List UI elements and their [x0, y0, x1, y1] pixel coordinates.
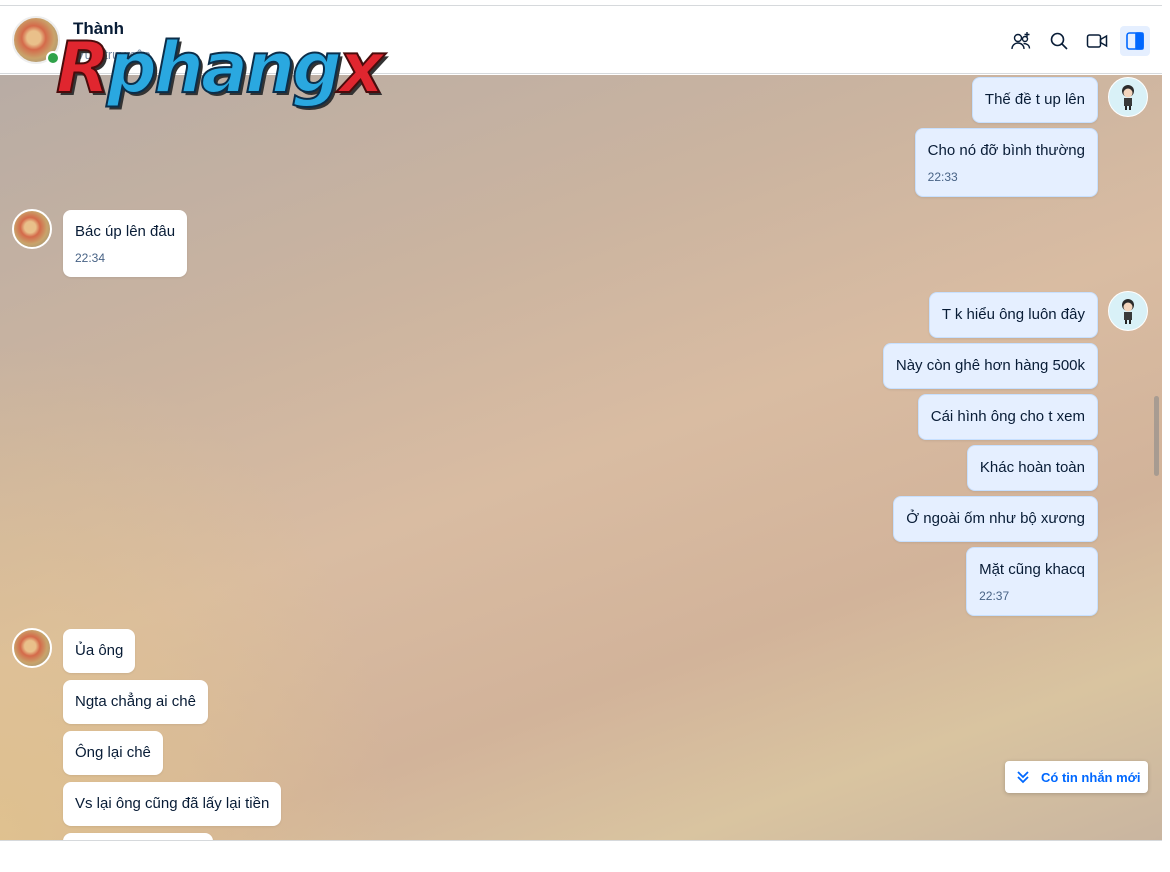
- search-icon: [1050, 32, 1068, 50]
- message-text: Này còn ghê hơn hàng 500k: [895, 357, 1085, 374]
- window-edge: [1162, 0, 1170, 872]
- sidebar-toggle-icon: [1126, 32, 1144, 50]
- add-member-button[interactable]: [1006, 26, 1036, 56]
- message-bubble-mine[interactable]: T k hiểu ông luôn đây: [928, 292, 1098, 338]
- new-message-button[interactable]: Có tin nhắn mới: [1005, 761, 1148, 793]
- message-text: Cho nó đỡ bình thường: [927, 142, 1085, 159]
- double-chevron-down-icon: [1017, 771, 1029, 784]
- message-text: Thế đề t up lên: [984, 91, 1085, 108]
- my-avatar[interactable]: [1108, 77, 1148, 117]
- message-text: Mặt cũng khacq: [979, 561, 1085, 578]
- message-text: Ngta chẳng ai chê: [75, 693, 196, 710]
- scrollbar-thumb[interactable]: [1154, 396, 1159, 476]
- message-bubble-mine[interactable]: Mặt cũng khacq 22:37: [966, 547, 1098, 616]
- composer-area: [0, 840, 1162, 872]
- message-text: Vs lại ông cũng đã lấy lại tiền: [75, 795, 270, 812]
- message-text: T k hiểu ông luôn đây: [941, 306, 1085, 323]
- message-text: Khác hoàn toàn: [979, 459, 1085, 476]
- message-list[interactable]: Thế đề t up lên Cho nó đỡ bình thường 22:…: [0, 75, 1162, 840]
- search-button[interactable]: [1044, 26, 1074, 56]
- toggle-info-panel-button[interactable]: [1120, 26, 1150, 56]
- message-bubble-theirs[interactable]: Bác úp lên đâu 22:34: [63, 210, 188, 277]
- message-text: Ủa ông: [75, 642, 124, 659]
- message-bubble-mine[interactable]: Cho nó đỡ bình thường 22:33: [914, 128, 1098, 197]
- message-time: 22:33: [927, 170, 958, 184]
- message-bubble-theirs-partial[interactable]: [63, 833, 213, 840]
- contact-avatar-small[interactable]: [12, 209, 52, 249]
- message-time: 22:37: [979, 589, 1010, 603]
- message-time: 22:34: [75, 251, 106, 265]
- message-bubble-mine[interactable]: Cái hình ông cho t xem: [917, 394, 1098, 440]
- my-avatar[interactable]: [1108, 291, 1148, 331]
- message-bubble-theirs[interactable]: Vs lại ông cũng đã lấy lại tiền: [63, 782, 282, 826]
- message-bubble-mine[interactable]: Này còn ghê hơn hàng 500k: [882, 343, 1098, 389]
- message-bubble-theirs[interactable]: Ngta chẳng ai chê: [63, 680, 208, 724]
- contact-avatar-small[interactable]: [12, 628, 52, 668]
- new-message-label: Có tin nhắn mới: [1041, 769, 1141, 785]
- video-call-icon: [1086, 34, 1108, 48]
- message-bubble-mine[interactable]: Ở ngoài ốm như bộ xương: [893, 496, 1098, 542]
- message-bubble-theirs[interactable]: Ủa ông: [63, 629, 136, 673]
- message-bubble-mine[interactable]: Khác hoàn toàn: [966, 445, 1098, 491]
- message-text: Cái hình ông cho t xem: [930, 408, 1085, 425]
- message-bubble-theirs[interactable]: Ông lại chê: [63, 731, 163, 775]
- message-text: Ông lại chê: [75, 744, 151, 761]
- message-text: Bác úp lên đâu: [75, 223, 176, 240]
- add-member-icon: [1011, 32, 1031, 50]
- video-call-button[interactable]: [1082, 26, 1112, 56]
- chibi-avatar-icon: [1122, 299, 1134, 324]
- message-bubble-mine[interactable]: Thế đề t up lên: [971, 77, 1098, 123]
- message-text: Ở ngoài ốm như bộ xương: [906, 510, 1085, 527]
- watermark-logo: Rphangx: [55, 27, 385, 109]
- chibi-avatar-icon: [1122, 85, 1134, 110]
- header-actions: [1006, 26, 1150, 56]
